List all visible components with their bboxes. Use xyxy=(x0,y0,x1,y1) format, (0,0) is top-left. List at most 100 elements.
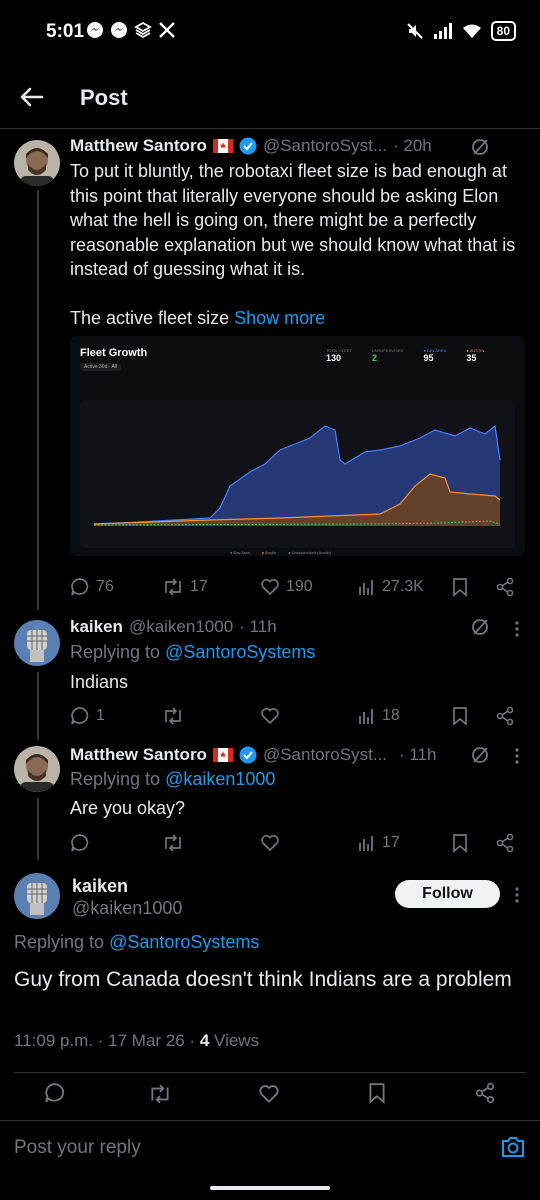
author-handle[interactable]: @kaiken1000 xyxy=(129,617,233,637)
replying-to-link[interactable]: @kaiken1000 xyxy=(165,769,275,789)
reply-icon[interactable] xyxy=(44,1082,66,1104)
repost-count: 17 xyxy=(190,578,208,595)
share-icon[interactable] xyxy=(474,1082,496,1104)
grok-icon[interactable] xyxy=(470,617,490,637)
home-indicator[interactable] xyxy=(210,1186,330,1190)
views-count: 17 xyxy=(382,834,400,851)
repost-icon xyxy=(165,578,181,596)
tweet-header: Matthew Santoro @SantoroSyst... · 20h xyxy=(70,136,500,156)
like-action[interactable]: 190 xyxy=(260,577,313,597)
thread-line xyxy=(37,190,39,610)
reply-actions: 1 18 xyxy=(70,704,525,728)
replying-label: Replying to xyxy=(14,932,105,952)
views-action[interactable]: 27.3K xyxy=(358,578,424,596)
x-logo-icon xyxy=(159,22,175,38)
author-name[interactable]: kaiken xyxy=(72,876,128,897)
replying-to: Replying to @kaiken1000 xyxy=(70,769,275,790)
replying-to-link[interactable]: @SantoroSystems xyxy=(109,932,259,952)
repost-icon[interactable] xyxy=(162,706,184,726)
avatar-photo-icon xyxy=(14,746,60,792)
share-icon[interactable] xyxy=(495,833,515,853)
post-time: · 20h xyxy=(392,136,432,155)
views-label: Views xyxy=(214,1031,260,1050)
show-more-link[interactable]: Show more xyxy=(234,308,325,328)
author-name[interactable]: Matthew Santoro xyxy=(70,745,207,765)
chart-title: Fleet Growth xyxy=(80,347,148,359)
back-arrow-icon[interactable] xyxy=(18,83,46,111)
reply-icon xyxy=(71,707,89,725)
author-name[interactable]: kaiken xyxy=(70,617,123,637)
follow-button[interactable]: Follow xyxy=(395,880,500,908)
stat-bay-area: ● BAY AREA 95 xyxy=(423,348,447,363)
stat-unsupervised: UNSUPERVISED 2 xyxy=(371,348,404,363)
reply-count: 1 xyxy=(96,707,105,724)
reply-input[interactable]: Post your reply xyxy=(14,1137,141,1159)
legend-austin: ● Austin xyxy=(261,550,277,555)
views-count: 4 xyxy=(199,1031,210,1050)
views-icon xyxy=(359,836,373,851)
author-handle[interactable]: @SantoroSyst... xyxy=(263,745,387,765)
thread-line xyxy=(37,798,39,860)
post-text: To put it bluntly, the robotaxi fleet si… xyxy=(70,161,516,279)
canada-flag-icon xyxy=(212,139,233,153)
legend-bay-area: ● Bay Area xyxy=(230,550,250,555)
reply-action[interactable]: 1 xyxy=(70,706,105,726)
stat-austin: ● AUSTIN 35 xyxy=(466,348,485,363)
page-title: Post xyxy=(80,85,128,110)
more-options-icon[interactable] xyxy=(513,746,521,766)
canada-flag-icon xyxy=(212,748,233,762)
heart-icon[interactable] xyxy=(260,706,280,726)
replying-label: Replying to xyxy=(70,769,161,789)
bookmark-icon[interactable] xyxy=(451,833,469,853)
reply-bar: Post your reply xyxy=(0,1120,540,1176)
reply-count: 76 xyxy=(96,578,114,595)
grok-icon[interactable] xyxy=(470,137,490,157)
grok-icon[interactable] xyxy=(470,745,490,765)
repost-action[interactable]: 17 xyxy=(162,577,208,597)
reply-header: kaiken @kaiken1000 · 11h xyxy=(70,617,277,637)
views-action[interactable]: 17 xyxy=(358,834,400,852)
like-count: 190 xyxy=(286,578,313,595)
heart-icon[interactable] xyxy=(260,833,280,853)
heart-icon xyxy=(261,578,279,596)
avatar[interactable] xyxy=(14,746,60,792)
reply-icon xyxy=(71,578,89,596)
avatar[interactable] xyxy=(14,620,60,666)
reply-action[interactable]: 76 xyxy=(70,577,114,597)
fleet-chart-image[interactable]: Fleet Growth Active 30d · All TOTAL FLEE… xyxy=(70,336,525,556)
replying-to-link[interactable]: @SantoroSystems xyxy=(165,642,315,662)
fleet-area-chart xyxy=(93,424,501,526)
bookmark-icon[interactable] xyxy=(367,1082,387,1104)
camera-icon[interactable] xyxy=(500,1135,526,1159)
author-handle[interactable]: @SantoroSyst... xyxy=(263,136,387,156)
stat-total: TOTAL FLEET 130 xyxy=(326,348,352,363)
thread-line xyxy=(37,672,39,740)
fist-avatar-icon xyxy=(14,873,60,919)
post-meta: 11:09 p.m. · 17 Mar 26 · 4 Views xyxy=(14,1031,259,1051)
share-icon[interactable] xyxy=(495,577,515,597)
post-time: · 11h xyxy=(398,745,437,764)
avatar[interactable] xyxy=(14,873,60,919)
post-text-tail: The active fleet size xyxy=(70,308,230,328)
author-handle[interactable]: @kaiken1000 xyxy=(72,898,182,919)
share-icon[interactable] xyxy=(495,706,515,726)
verified-badge-icon xyxy=(239,137,257,155)
replying-to: Replying to @SantoroSystems xyxy=(14,932,259,953)
heart-icon[interactable] xyxy=(258,1083,280,1105)
author-name[interactable]: Matthew Santoro xyxy=(70,136,207,156)
tweet-actions: 76 17 190 27.3K xyxy=(70,575,525,599)
more-options-icon[interactable] xyxy=(513,619,521,639)
repost-icon[interactable] xyxy=(148,1083,172,1105)
views-icon xyxy=(359,580,373,595)
views-action[interactable]: 18 xyxy=(358,707,400,725)
bookmark-icon[interactable] xyxy=(451,706,469,726)
wifi-icon xyxy=(462,24,481,38)
views-count: 18 xyxy=(382,707,400,724)
repost-icon[interactable] xyxy=(162,833,184,853)
reply-icon[interactable] xyxy=(70,833,90,853)
bookmark-icon[interactable] xyxy=(451,577,469,597)
avatar[interactable] xyxy=(14,140,60,186)
more-options-icon[interactable] xyxy=(513,885,521,905)
header-divider xyxy=(0,128,540,129)
mute-icon xyxy=(406,23,423,39)
